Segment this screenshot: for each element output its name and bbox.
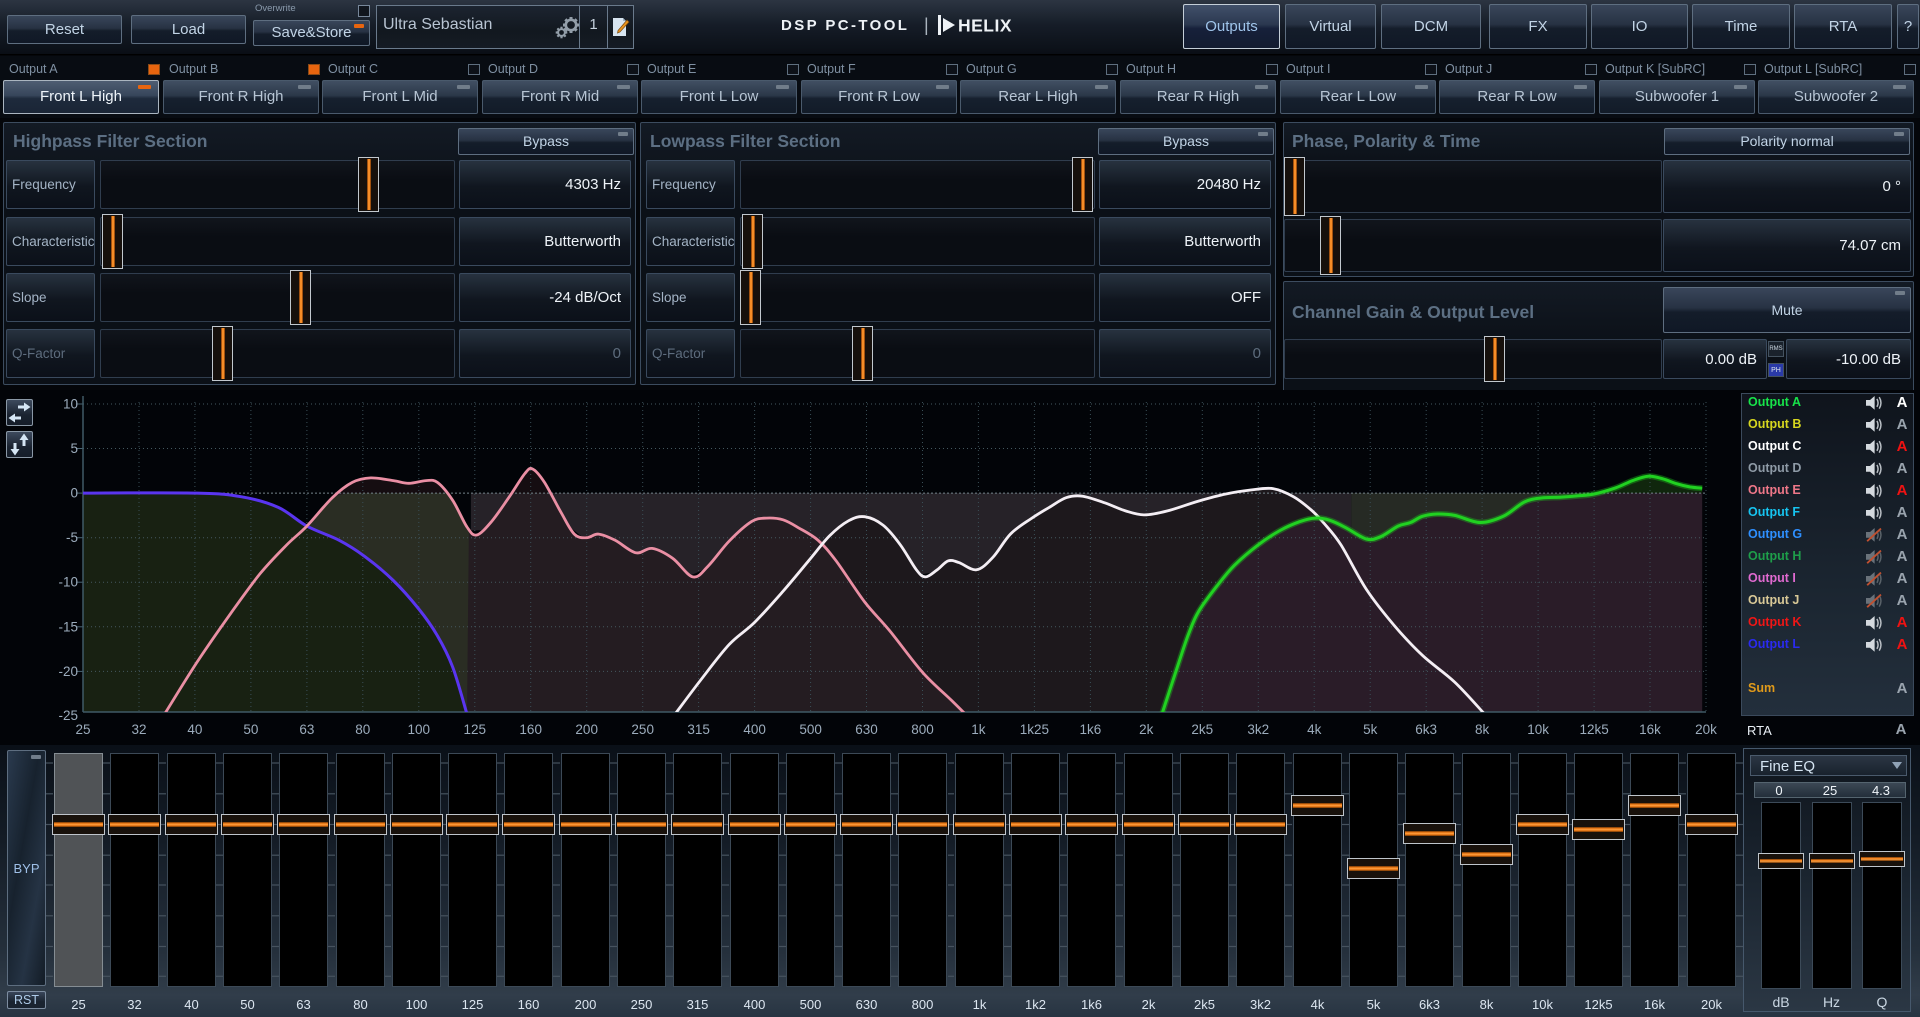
svg-text:32: 32 bbox=[131, 722, 146, 737]
svg-text:6k3: 6k3 bbox=[1415, 722, 1437, 737]
svg-text:20k: 20k bbox=[1695, 722, 1717, 737]
svg-text:8k: 8k bbox=[1475, 722, 1490, 737]
svg-text:125: 125 bbox=[464, 722, 487, 737]
svg-text:630: 630 bbox=[855, 722, 878, 737]
svg-text:0: 0 bbox=[70, 486, 78, 501]
svg-text:-20: -20 bbox=[58, 664, 78, 679]
svg-text:5k: 5k bbox=[1363, 722, 1378, 737]
svg-text:500: 500 bbox=[799, 722, 822, 737]
svg-text:10k: 10k bbox=[1527, 722, 1549, 737]
svg-text:50: 50 bbox=[243, 722, 258, 737]
svg-text:1k25: 1k25 bbox=[1020, 722, 1049, 737]
svg-text:2k: 2k bbox=[1139, 722, 1154, 737]
svg-text:250: 250 bbox=[631, 722, 654, 737]
svg-text:HELIX: HELIX bbox=[958, 16, 1012, 36]
svg-text:25: 25 bbox=[75, 722, 90, 737]
svg-text:63: 63 bbox=[299, 722, 314, 737]
svg-text:|: | bbox=[924, 15, 929, 35]
svg-text:-25: -25 bbox=[58, 708, 78, 723]
svg-text:1k6: 1k6 bbox=[1080, 722, 1102, 737]
svg-text:1k: 1k bbox=[971, 722, 986, 737]
svg-text:-5: -5 bbox=[66, 530, 78, 545]
svg-text:800: 800 bbox=[911, 722, 934, 737]
svg-text:100: 100 bbox=[408, 722, 431, 737]
svg-text:5: 5 bbox=[70, 441, 78, 456]
svg-text:12k5: 12k5 bbox=[1579, 722, 1608, 737]
svg-text:200: 200 bbox=[575, 722, 598, 737]
svg-text:80: 80 bbox=[355, 722, 370, 737]
svg-text:10: 10 bbox=[63, 397, 78, 412]
svg-text:400: 400 bbox=[743, 722, 766, 737]
svg-text:16k: 16k bbox=[1639, 722, 1661, 737]
svg-text:4k: 4k bbox=[1307, 722, 1322, 737]
svg-text:315: 315 bbox=[687, 722, 710, 737]
svg-text:DSP PC-TOOL: DSP PC-TOOL bbox=[781, 17, 909, 34]
svg-text:-15: -15 bbox=[58, 619, 78, 634]
svg-text:-10: -10 bbox=[58, 575, 78, 590]
svg-text:40: 40 bbox=[187, 722, 202, 737]
svg-text:3k2: 3k2 bbox=[1247, 722, 1269, 737]
svg-text:2k5: 2k5 bbox=[1191, 722, 1213, 737]
svg-text:160: 160 bbox=[519, 722, 542, 737]
